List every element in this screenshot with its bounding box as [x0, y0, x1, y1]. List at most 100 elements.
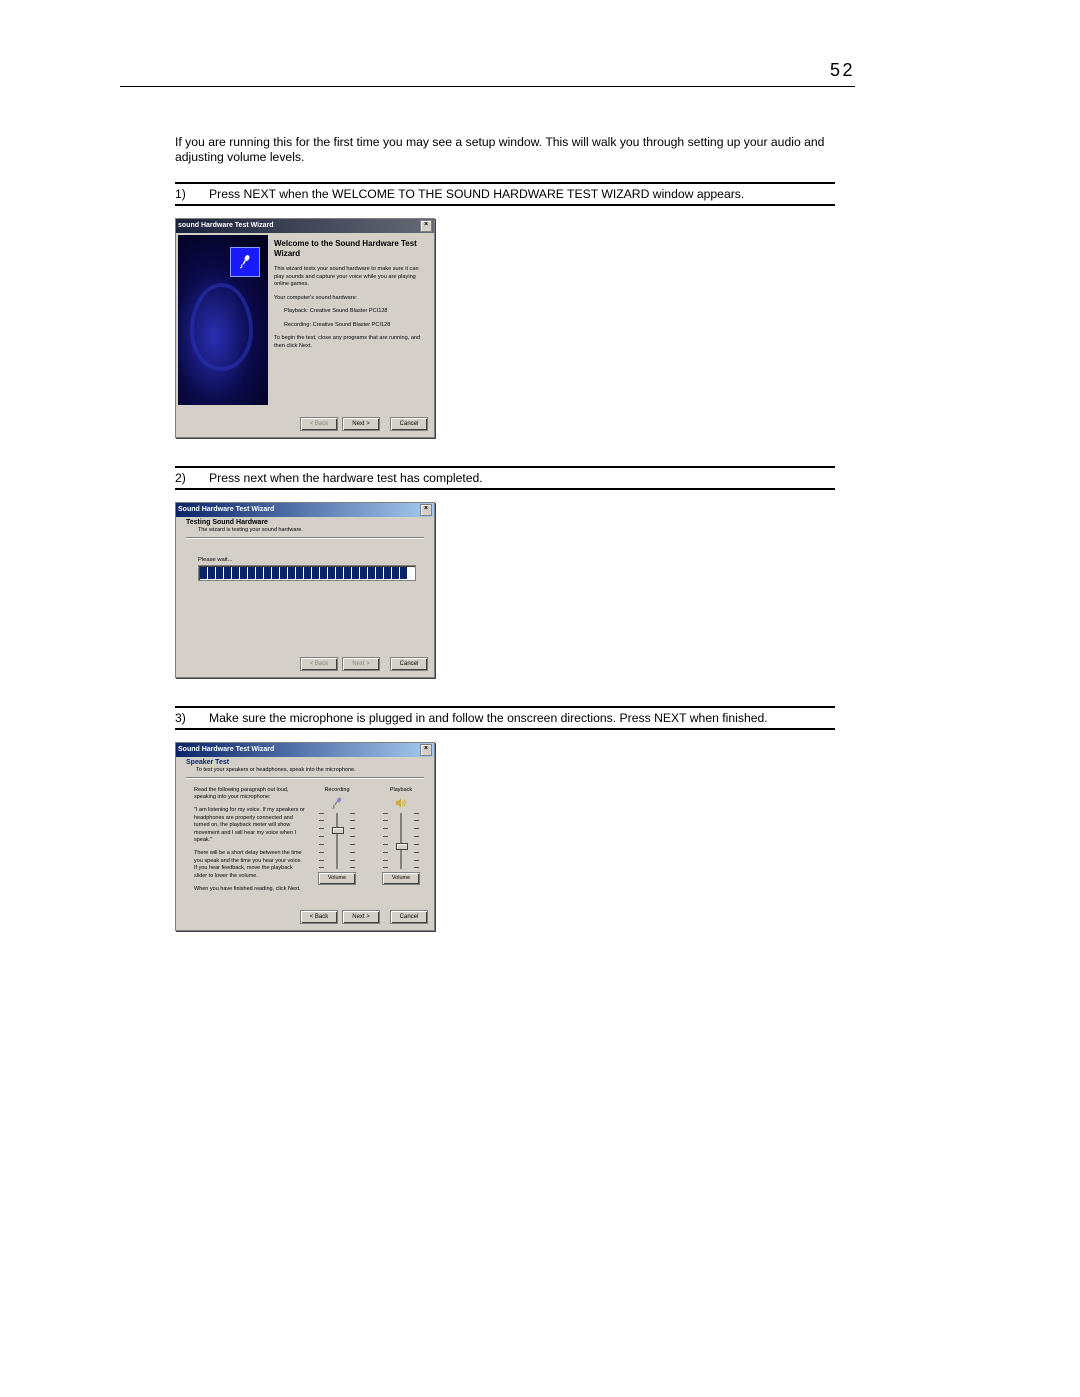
wizard-welcome-titlebar: sound Hardware Test Wizard ×	[176, 219, 434, 233]
playback-label: Playback	[390, 787, 412, 793]
speaker-icon	[394, 796, 408, 810]
page-number: 52	[830, 60, 855, 81]
recording-label: Recording	[324, 787, 349, 793]
wizard-welcome-recording: Recording: Creative Sound Blaster PCI128	[284, 322, 428, 330]
progress-segment	[312, 567, 319, 579]
progress-segment	[352, 567, 359, 579]
step-2-text: Press next when the hardware test has co…	[209, 471, 835, 485]
step-1-text: Press NEXT when the WELCOME TO THE SOUND…	[209, 187, 835, 201]
progress-segment	[368, 567, 375, 579]
cancel-button[interactable]: Cancel	[390, 910, 428, 924]
top-rule	[120, 86, 855, 87]
cancel-button[interactable]: Cancel	[390, 417, 428, 431]
progress-segment	[248, 567, 255, 579]
microphone-icon	[230, 247, 260, 277]
separator	[186, 537, 424, 539]
wizard-speaker-heading: Speaker Test	[186, 759, 424, 766]
progress-segment	[344, 567, 351, 579]
wizard-side-graphic	[178, 235, 268, 405]
progress-segment	[384, 567, 391, 579]
step-2: 2) Press next when the hardware test has…	[175, 466, 835, 678]
play-ticks-right	[414, 813, 419, 869]
next-button[interactable]: Next >	[342, 910, 380, 924]
please-wait-label: Please wait...	[198, 557, 416, 563]
step-2-row: 2) Press next when the hardware test has…	[175, 466, 835, 490]
wizard-speaker-titlebar: Sound Hardware Test Wizard ×	[176, 743, 434, 757]
step-3-row: 3) Make sure the microphone is plugged i…	[175, 706, 835, 730]
progress-segment	[400, 567, 407, 579]
rec-ticks-left	[319, 813, 324, 869]
microphone-icon	[330, 796, 344, 810]
progress-segment	[392, 567, 399, 579]
speaker-quote: "I am listening for my voice. If my spea…	[194, 807, 306, 844]
playback-meter: Playback	[380, 787, 422, 900]
wizard-speaker-dialog: Sound Hardware Test Wizard × Speaker Tes…	[175, 742, 435, 931]
wizard-progress-sub: The wizard is testing your sound hardwar…	[198, 527, 424, 533]
next-button[interactable]: Next >	[342, 657, 380, 671]
wizard-welcome-p1: This wizard tests your sound hardware to…	[274, 266, 428, 289]
back-button[interactable]: < Back	[300, 417, 338, 431]
wizard-speaker-instructions: Read the following paragraph out loud, s…	[194, 787, 306, 900]
progress-bar	[198, 565, 416, 581]
recording-volume-button[interactable]: Volume	[318, 872, 356, 885]
progress-segment	[216, 567, 223, 579]
close-button[interactable]: ×	[420, 220, 432, 232]
playback-volume-button[interactable]: Volume	[382, 872, 420, 885]
cancel-button[interactable]: Cancel	[390, 657, 428, 671]
wizard-welcome-playback: Playback: Creative Sound Blaster PCI128	[284, 308, 428, 316]
step-2-number: 2)	[175, 471, 209, 485]
wizard-progress-dialog: Sound Hardware Test Wizard × Testing Sou…	[175, 502, 435, 678]
wizard-welcome-p3: To begin the test, close any programs th…	[274, 335, 428, 350]
playback-slider-thumb[interactable]	[396, 843, 408, 850]
wizard-welcome-heading: Welcome to the Sound Hardware Test Wizar…	[274, 239, 428, 261]
wizard-progress-titlebar: Sound Hardware Test Wizard ×	[176, 503, 434, 517]
progress-segment	[208, 567, 215, 579]
progress-segment	[336, 567, 343, 579]
step-3-number: 3)	[175, 711, 209, 725]
wizard-progress-header: Testing Sound Hardware The wizard is tes…	[176, 517, 434, 543]
progress-segment	[304, 567, 311, 579]
step-3: 3) Make sure the microphone is plugged i…	[175, 706, 835, 931]
progress-segment	[200, 567, 207, 579]
rec-ticks-right	[350, 813, 355, 869]
wizard-progress-heading: Testing Sound Hardware	[186, 519, 424, 526]
speaker-p1: Read the following paragraph out loud, s…	[194, 787, 306, 802]
recording-meter: Recording	[316, 787, 358, 900]
wizard-welcome-dialog: sound Hardware Test Wizard ×	[175, 218, 435, 438]
progress-segment	[264, 567, 271, 579]
step-1-number: 1)	[175, 187, 209, 201]
separator	[186, 777, 424, 779]
progress-segment	[280, 567, 287, 579]
progress-segment	[296, 567, 303, 579]
next-button[interactable]: Next >	[342, 417, 380, 431]
back-button[interactable]: < Back	[300, 910, 338, 924]
back-button[interactable]: < Back	[300, 657, 338, 671]
wizard-progress-title-text: Sound Hardware Test Wizard	[178, 506, 274, 513]
meters: Recording	[316, 787, 422, 900]
play-ticks-left	[383, 813, 388, 869]
wizard-welcome-p2: Your computer's sound hardware:	[274, 295, 428, 303]
wizard-speaker-title-text: Sound Hardware Test Wizard	[178, 746, 274, 753]
recording-slider-thumb[interactable]	[332, 827, 344, 834]
progress-segment	[240, 567, 247, 579]
playback-slider[interactable]	[400, 813, 402, 869]
wizard-welcome-title-text: sound Hardware Test Wizard	[178, 222, 274, 229]
progress-segment	[224, 567, 231, 579]
recording-slider[interactable]	[336, 813, 338, 869]
progress-segment	[376, 567, 383, 579]
progress-segment	[328, 567, 335, 579]
step-1: 1) Press NEXT when the WELCOME TO THE SO…	[175, 182, 835, 438]
progress-segment	[320, 567, 327, 579]
wizard-speaker-sub: To test your speakers or headphones, spe…	[196, 767, 424, 773]
progress-segment	[256, 567, 263, 579]
progress-segment	[272, 567, 279, 579]
close-button[interactable]: ×	[420, 744, 432, 756]
close-button[interactable]: ×	[420, 504, 432, 516]
step-1-row: 1) Press NEXT when the WELCOME TO THE SO…	[175, 182, 835, 206]
progress-segment	[288, 567, 295, 579]
progress-segment	[360, 567, 367, 579]
wizard-speaker-header: Speaker Test To test your speakers or he…	[176, 757, 434, 781]
intro-text: If you are running this for the first ti…	[175, 135, 835, 166]
speaker-p2: There will be a short delay between the …	[194, 850, 306, 880]
progress-segment	[232, 567, 239, 579]
